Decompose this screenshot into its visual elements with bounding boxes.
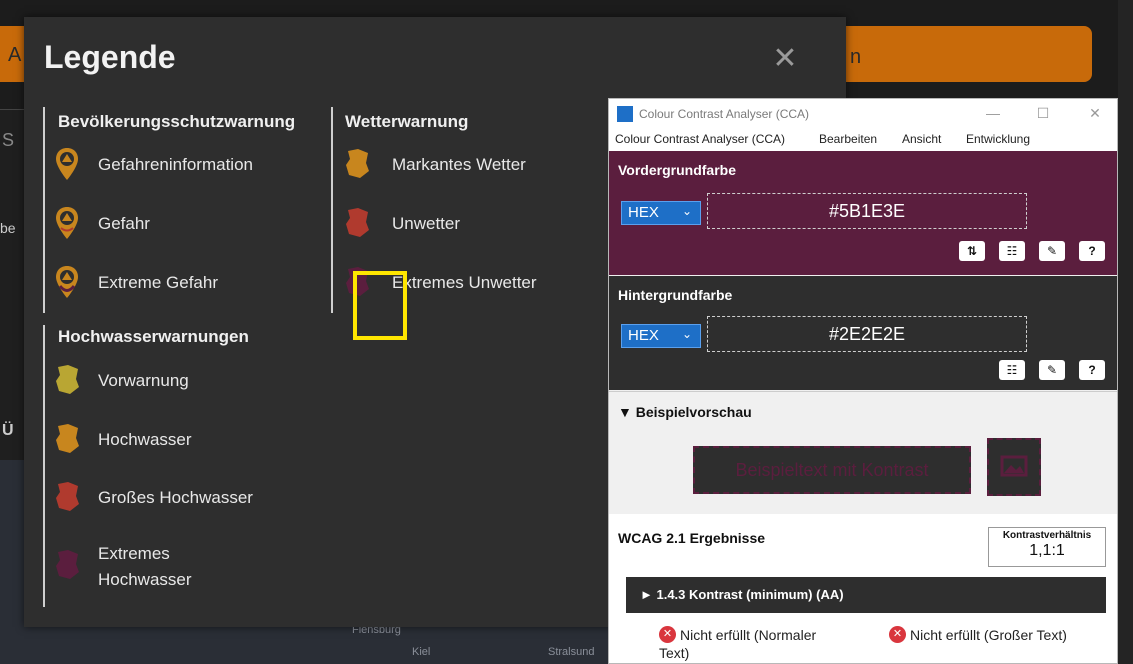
sliders-icon[interactable]: ☷ xyxy=(999,241,1025,261)
background-button-right[interactable]: n xyxy=(830,26,1092,82)
legend-item-label: Gefahr xyxy=(98,214,150,233)
menu-item-edit[interactable]: Bearbeiten xyxy=(819,132,877,146)
region-shape-icon xyxy=(346,149,369,178)
eyedropper-icon[interactable]: ✎ xyxy=(1039,360,1065,380)
image-icon xyxy=(1000,455,1028,477)
background-text-fragment: Ü xyxy=(2,422,14,439)
format-value: HEX xyxy=(628,327,659,344)
result-large-text: ✕ Nicht erfüllt (Großer Text) xyxy=(889,626,1067,644)
chevron-down-icon: ⌄ xyxy=(682,327,693,341)
background-hex-input[interactable]: #2E2E2E xyxy=(707,316,1027,352)
legend-divider xyxy=(43,325,45,607)
result-label: Nicht erfüllt (Normaler xyxy=(680,627,817,643)
result-normal-text: ✕ Nicht erfüllt (Normaler Text) xyxy=(659,626,816,662)
contrast-ratio-box: Kontrastverhältnis 1,1:1 xyxy=(988,527,1106,567)
map-city-label: Stralsund xyxy=(548,646,595,658)
menu-bar: Colour Contrast Analyser (CCA) Bearbeite… xyxy=(609,129,1117,151)
legend-item-label: Großes Hochwasser xyxy=(98,488,253,507)
help-icon[interactable]: ? xyxy=(1079,241,1105,261)
menu-item-app[interactable]: Colour Contrast Analyser (CCA) xyxy=(615,132,785,146)
background-panel: Hintergrundfarbe HEX ⌄ #2E2E2E ☷ ✎ ? xyxy=(609,276,1117,390)
menu-item-view[interactable]: Ansicht xyxy=(902,132,941,146)
legend-item-label: Extremes xyxy=(98,544,170,563)
eyedropper-icon[interactable]: ✎ xyxy=(1039,241,1065,261)
preview-icon-sample xyxy=(987,438,1041,496)
result-label: Text) xyxy=(659,645,690,661)
highlight-frame xyxy=(353,271,407,340)
fail-icon: ✕ xyxy=(889,626,906,643)
cca-logo-icon xyxy=(617,106,633,122)
pin-danger-icon xyxy=(56,207,78,239)
background-text-fragment: S xyxy=(2,130,15,150)
foreground-format-select[interactable]: HEX ⌄ xyxy=(621,201,701,225)
foreground-panel: Vordergrundfarbe HEX ⌄ #5B1E3E ⇅ ☷ ✎ ? xyxy=(609,151,1117,275)
legend-item-label: Hochwasser xyxy=(98,570,192,589)
screen: A n S be Ü Flensburg Kiel Stralsund Lege… xyxy=(0,0,1133,664)
region-shape-icon xyxy=(56,424,79,453)
region-shape-icon xyxy=(56,365,79,394)
map-city-label: Kiel xyxy=(412,646,431,658)
wcag-section: WCAG 2.1 Ergebnisse Kontrastverhältnis 1… xyxy=(609,514,1117,663)
background-text-fragment: be xyxy=(0,220,16,236)
legend-divider xyxy=(43,107,45,313)
region-shape-icon xyxy=(56,550,79,579)
background-format-select[interactable]: HEX ⌄ xyxy=(621,324,701,348)
close-icon[interactable]: ✕ xyxy=(1085,103,1105,123)
format-value: HEX xyxy=(628,204,659,221)
legend-divider xyxy=(331,107,333,313)
legend-item-label: Extreme Gefahr xyxy=(98,273,218,292)
preview-text-sample: Beispieltext mit Kontrast xyxy=(693,446,971,494)
legend-group-heading: Hochwasserwarnungen xyxy=(58,327,249,346)
background-title: Hintergrundfarbe xyxy=(618,287,733,303)
preview-heading[interactable]: ▼ Beispielvorschau xyxy=(618,404,752,420)
cca-window: Colour Contrast Analyser (CCA) — ☐ ✕ Col… xyxy=(608,98,1118,664)
sliders-icon[interactable]: ☷ xyxy=(999,360,1025,380)
background-scroll-strip xyxy=(1118,0,1133,664)
legend-item-label: Gefahreninformation xyxy=(98,155,253,174)
criterion-toggle[interactable]: ► 1.4.3 Kontrast (minimum) (AA) xyxy=(626,577,1106,613)
maximize-icon[interactable]: ☐ xyxy=(1033,103,1053,123)
foreground-hex-input[interactable]: #5B1E3E xyxy=(707,193,1027,229)
legend-item-label: Extremes Unwetter xyxy=(392,273,537,292)
chevron-down-icon: ⌄ xyxy=(682,204,693,218)
legend-item-label: Unwetter xyxy=(392,214,461,233)
legend-group-heading: Bevölkerungsschutzwarnung xyxy=(58,112,296,131)
legend-group-heading: Wetterwarnung xyxy=(345,112,469,131)
result-label: Nicht erfüllt (Großer Text) xyxy=(910,627,1067,643)
legend-title: Legende xyxy=(44,39,176,75)
region-shape-icon xyxy=(56,482,79,511)
legend-item-label: Markantes Wetter xyxy=(392,155,526,174)
close-icon[interactable]: ✕ xyxy=(770,44,800,74)
region-shape-icon xyxy=(346,208,369,237)
wcag-heading: WCAG 2.1 Ergebnisse xyxy=(618,530,766,546)
legend-item-label: Hochwasser xyxy=(98,430,192,449)
contrast-ratio-value: 1,1:1 xyxy=(1029,542,1065,559)
foreground-title: Vordergrundfarbe xyxy=(618,162,736,178)
window-title: Colour Contrast Analyser (CCA) xyxy=(639,107,810,121)
pin-extreme-icon xyxy=(56,266,78,298)
legend-item-label: Vorwarnung xyxy=(98,371,189,390)
pin-info-icon xyxy=(56,148,78,180)
contrast-ratio-label: Kontrastverhältnis xyxy=(1002,530,1092,541)
fail-icon: ✕ xyxy=(659,626,676,643)
cca-titlebar[interactable]: Colour Contrast Analyser (CCA) — ☐ ✕ xyxy=(609,99,1117,129)
swap-icon[interactable]: ⇅ xyxy=(959,241,985,261)
menu-item-development[interactable]: Entwicklung xyxy=(966,132,1030,146)
help-icon[interactable]: ? xyxy=(1079,360,1105,380)
preview-section: ▼ Beispielvorschau Beispieltext mit Kont… xyxy=(609,391,1117,514)
minimize-icon[interactable]: — xyxy=(983,103,1003,123)
